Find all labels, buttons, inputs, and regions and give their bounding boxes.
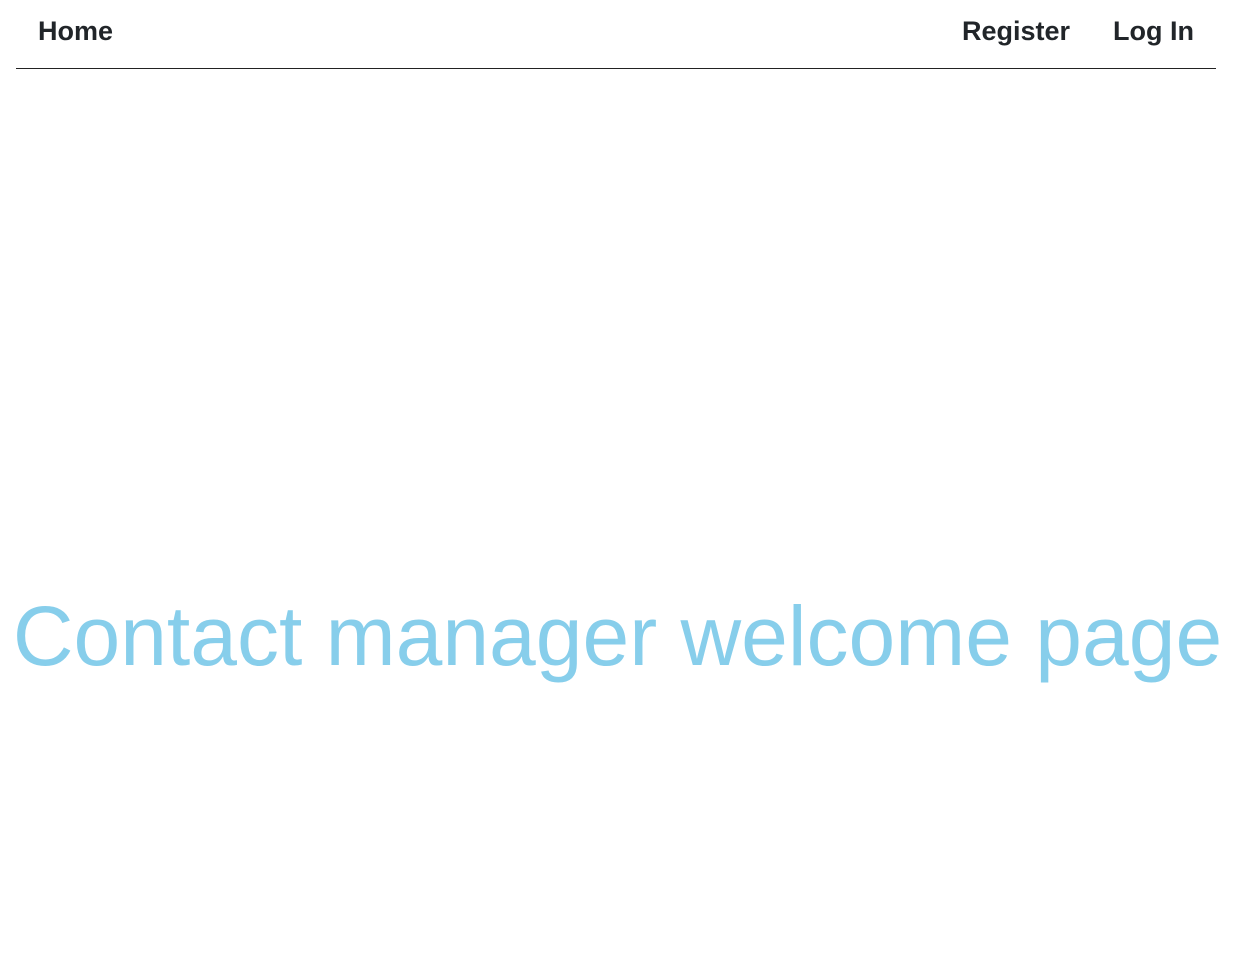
top-navbar: Home Register Log In <box>16 0 1216 69</box>
register-link[interactable]: Register <box>962 14 1070 48</box>
auth-links: Register Log In <box>962 14 1194 48</box>
login-link[interactable]: Log In <box>1113 14 1194 48</box>
welcome-heading: Contact manager welcome page <box>12 589 1223 683</box>
page: Home Register Log In Contact manager wel… <box>0 0 1235 980</box>
home-link[interactable]: Home <box>38 14 113 48</box>
